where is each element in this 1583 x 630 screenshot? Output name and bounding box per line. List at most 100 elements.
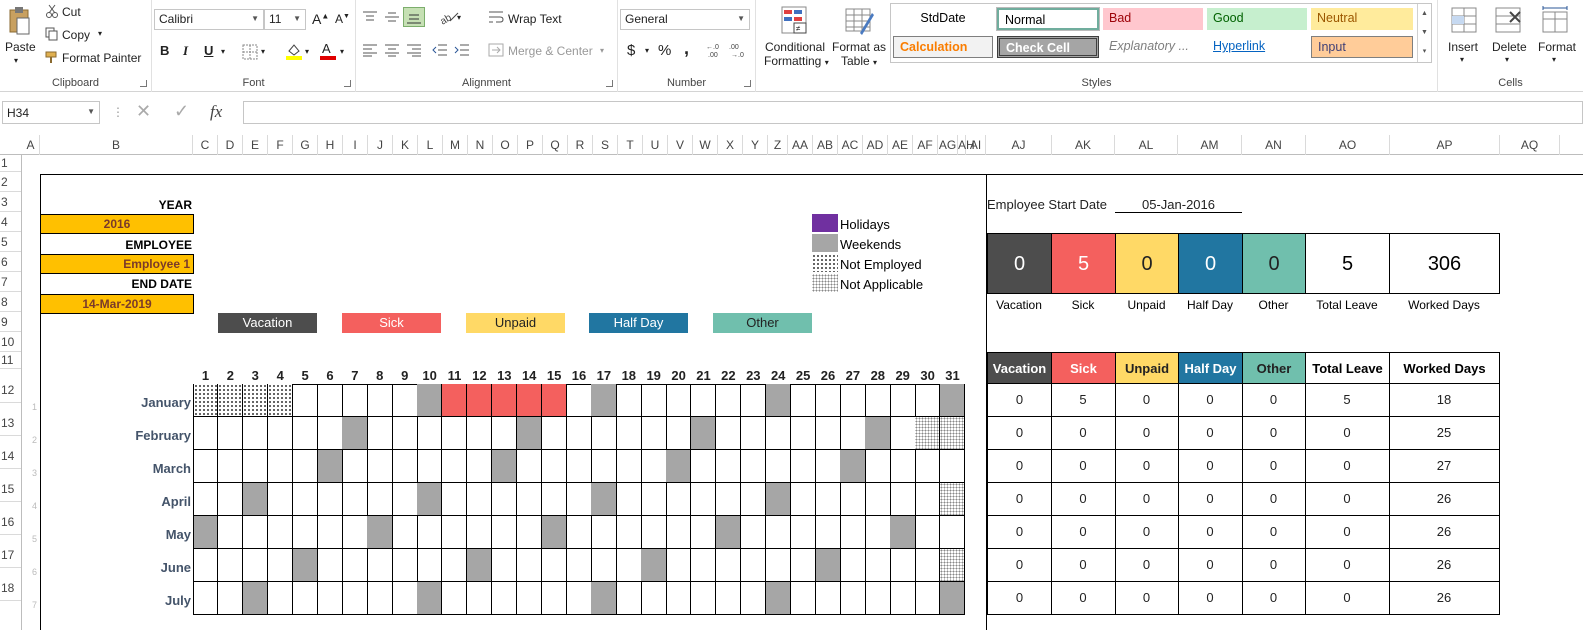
calendar-day-cell[interactable] xyxy=(915,384,941,417)
column-header-z[interactable]: Z xyxy=(768,135,788,155)
row-header-17[interactable]: 17 xyxy=(0,535,21,568)
calendar-day-cell[interactable] xyxy=(516,483,543,516)
gallery-scroll-icon[interactable]: ▲ ▼ ▾ xyxy=(1417,4,1431,62)
row-header-18[interactable]: 18 xyxy=(0,568,21,601)
calendar-day-cell[interactable] xyxy=(417,582,443,615)
calendar-day-cell[interactable] xyxy=(417,549,443,582)
table-cell[interactable]: 5 xyxy=(1051,384,1116,417)
column-header-w[interactable]: W xyxy=(693,135,718,155)
calendar-day-cell[interactable] xyxy=(217,450,244,483)
font-color-icon[interactable]: A xyxy=(319,41,337,63)
calendar-day-cell[interactable] xyxy=(890,450,916,483)
row-header-1[interactable]: 1 xyxy=(0,155,21,172)
calendar-day-cell[interactable] xyxy=(840,516,866,549)
calendar-day-cell[interactable] xyxy=(840,450,866,483)
table-cell[interactable]: 26 xyxy=(1389,483,1500,516)
format-as-table-icon[interactable] xyxy=(844,5,874,40)
calendar-day-cell[interactable] xyxy=(193,516,219,549)
calendar-day-cell[interactable] xyxy=(242,450,269,483)
align-right-icon[interactable] xyxy=(406,43,422,60)
calendar-day-cell[interactable] xyxy=(740,483,767,516)
leave-button-other[interactable]: Other xyxy=(713,313,812,333)
calendar-day-cell[interactable] xyxy=(392,582,418,615)
row-header-16[interactable]: 16 xyxy=(0,502,21,535)
row-header-11[interactable]: 11 xyxy=(0,352,21,369)
calendar-day-cell[interactable] xyxy=(641,483,667,516)
calendar-day-cell[interactable] xyxy=(342,417,368,450)
calendar-day-cell[interactable] xyxy=(217,549,244,582)
column-header-f[interactable]: F xyxy=(268,135,293,155)
calendar-day-cell[interactable] xyxy=(267,417,294,450)
calendar-day-cell[interactable] xyxy=(940,582,966,615)
calendar-day-cell[interactable] xyxy=(466,450,493,483)
calendar-day-cell[interactable] xyxy=(193,450,219,483)
table-cell[interactable]: 0 xyxy=(1115,384,1179,417)
calendar-day-cell[interactable] xyxy=(491,483,518,516)
calendar-day-cell[interactable] xyxy=(865,450,891,483)
leave-button-unpaid[interactable]: Unpaid xyxy=(466,313,565,333)
calendar-day-cell[interactable] xyxy=(516,549,543,582)
grow-font-icon[interactable]: A▲ xyxy=(312,11,329,27)
calendar-day-cell[interactable] xyxy=(765,549,792,582)
calendar-day-cell[interactable] xyxy=(541,450,567,483)
calendar-day-cell[interactable] xyxy=(865,549,891,582)
calendar-day-cell[interactable] xyxy=(392,384,418,417)
calendar-day-cell[interactable] xyxy=(790,483,816,516)
style-neutral[interactable]: Neutral xyxy=(1311,8,1413,30)
column-header-ag[interactable]: AG xyxy=(938,135,958,155)
calendar-day-cell[interactable] xyxy=(666,549,692,582)
column-header-t[interactable]: T xyxy=(618,135,643,155)
calendar-day-cell[interactable] xyxy=(890,582,916,615)
column-header-aj[interactable]: AJ xyxy=(986,135,1052,155)
cancel-icon[interactable]: ✕ xyxy=(136,101,151,122)
calendar-day-cell[interactable] xyxy=(367,549,393,582)
calendar-day-cell[interactable] xyxy=(292,549,318,582)
row-header-6[interactable]: 6 xyxy=(0,252,21,272)
calendar-day-cell[interactable] xyxy=(516,450,543,483)
column-header-e[interactable]: E xyxy=(243,135,268,155)
calendar-day-cell[interactable] xyxy=(267,516,294,549)
borders-icon[interactable] xyxy=(242,44,258,63)
calendar-day-cell[interactable] xyxy=(342,483,368,516)
calendar-day-cell[interactable] xyxy=(491,549,518,582)
insert-cells-icon[interactable] xyxy=(1450,6,1478,37)
percent-button[interactable]: % xyxy=(658,42,671,59)
row-header-4[interactable]: 4 xyxy=(0,212,21,232)
calendar-day-cell[interactable] xyxy=(815,516,841,549)
calendar-day-cell[interactable] xyxy=(267,450,294,483)
calendar-day-cell[interactable] xyxy=(417,483,443,516)
calendar-day-cell[interactable] xyxy=(840,483,866,516)
row-header-13[interactable]: 13 xyxy=(0,403,21,436)
calendar-day-cell[interactable] xyxy=(790,417,816,450)
calendar-day-cell[interactable] xyxy=(541,384,567,417)
format-dropdown-icon[interactable]: ▾ xyxy=(1552,55,1556,64)
row-header-9[interactable]: 9 xyxy=(0,312,21,332)
calendar-day-cell[interactable] xyxy=(442,516,468,549)
calendar-day-cell[interactable] xyxy=(691,549,717,582)
column-header-ae[interactable]: AE xyxy=(888,135,913,155)
calendar-day-cell[interactable] xyxy=(516,417,543,450)
end-date-value[interactable]: 14-Mar-2019 xyxy=(40,294,194,314)
row-header-14[interactable]: 14 xyxy=(0,436,21,469)
calendar-day-cell[interactable] xyxy=(915,450,941,483)
calendar-day-cell[interactable] xyxy=(740,384,767,417)
column-header-ah[interactable]: AH xyxy=(958,135,975,155)
table-cell[interactable]: 0 xyxy=(987,516,1052,549)
table-cell[interactable]: 0 xyxy=(1115,450,1179,483)
calendar-day-cell[interactable] xyxy=(317,483,343,516)
table-cell[interactable]: 0 xyxy=(1305,582,1390,615)
calendar-day-cell[interactable] xyxy=(790,384,816,417)
column-header-s[interactable]: S xyxy=(593,135,618,155)
paste-icon[interactable] xyxy=(8,6,30,39)
leave-button-sick[interactable]: Sick xyxy=(342,313,441,333)
calendar-day-cell[interactable] xyxy=(242,549,269,582)
table-cell[interactable]: 0 xyxy=(1051,483,1116,516)
conditional-formatting-icon[interactable]: ≠ xyxy=(780,5,810,40)
calendar-day-cell[interactable] xyxy=(691,516,717,549)
row-header-12[interactable]: 12 xyxy=(0,369,21,403)
table-cell[interactable]: 25 xyxy=(1389,417,1500,450)
table-cell[interactable]: 26 xyxy=(1389,516,1500,549)
table-cell[interactable]: 0 xyxy=(1242,582,1306,615)
column-header-q[interactable]: Q xyxy=(543,135,568,155)
calendar-day-cell[interactable] xyxy=(666,483,692,516)
